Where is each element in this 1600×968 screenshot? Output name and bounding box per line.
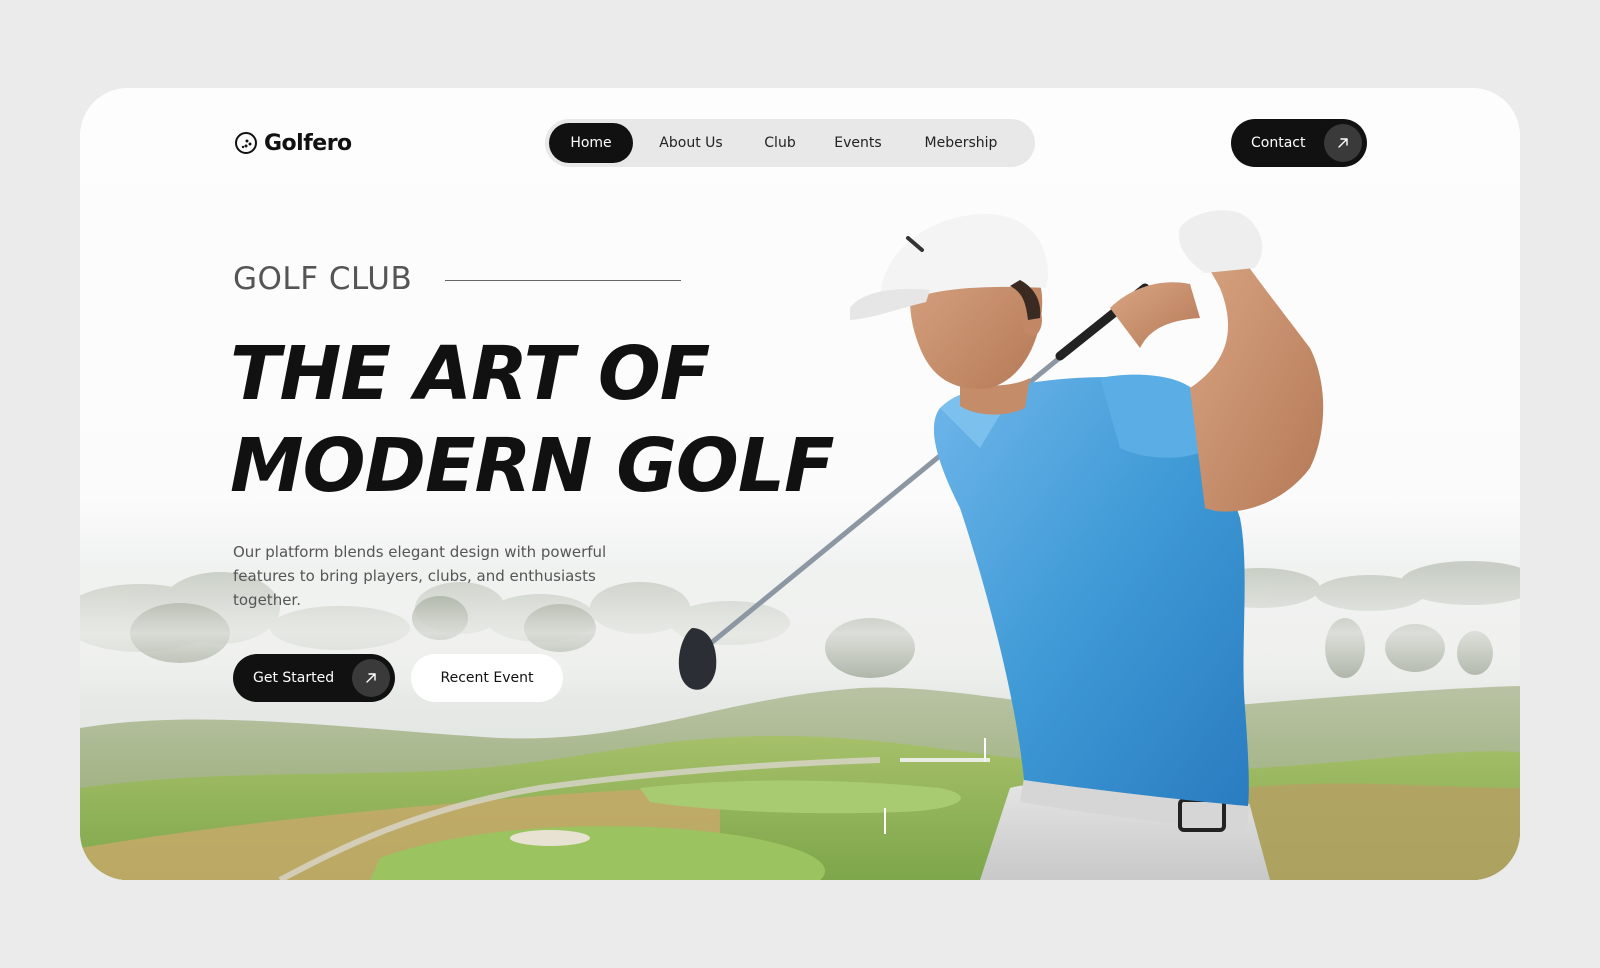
nav-item-events[interactable]: Events	[811, 123, 905, 163]
eyebrow-label: GOLF CLUB	[233, 261, 413, 297]
nav-item-membership[interactable]: Mebership	[905, 123, 1017, 163]
hero-eyebrow: GOLF CLUB	[233, 258, 681, 300]
hero-card: Golfero Home About Us Club Events Mebers…	[80, 88, 1520, 880]
contact-button-label: Contact	[1251, 135, 1306, 151]
main-nav: Home About Us Club Events Mebership	[545, 119, 1035, 167]
brand-logo[interactable]: Golfero	[234, 128, 352, 158]
brand-name: Golfero	[264, 130, 352, 156]
headline-line-2: MODERN GOLF	[230, 423, 835, 509]
arrow-up-right-icon	[352, 659, 390, 697]
headline-line-1: THE ART OF	[230, 331, 710, 417]
arrow-up-right-icon	[1324, 124, 1362, 162]
contact-button[interactable]: Contact	[1231, 119, 1367, 167]
nav-item-club[interactable]: Club	[749, 123, 811, 163]
eyebrow-divider	[445, 280, 681, 281]
recent-event-button[interactable]: Recent Event	[411, 654, 563, 702]
hero-headline: THE ART OF MODERN GOLF	[230, 328, 950, 512]
get-started-label: Get Started	[253, 670, 335, 686]
golf-ball-icon	[235, 132, 257, 154]
hero-description: Our platform blends elegant design with …	[233, 543, 607, 609]
get-started-button[interactable]: Get Started	[233, 654, 395, 702]
nav-item-home[interactable]: Home	[549, 123, 633, 163]
nav-item-about-us[interactable]: About Us	[633, 123, 749, 163]
